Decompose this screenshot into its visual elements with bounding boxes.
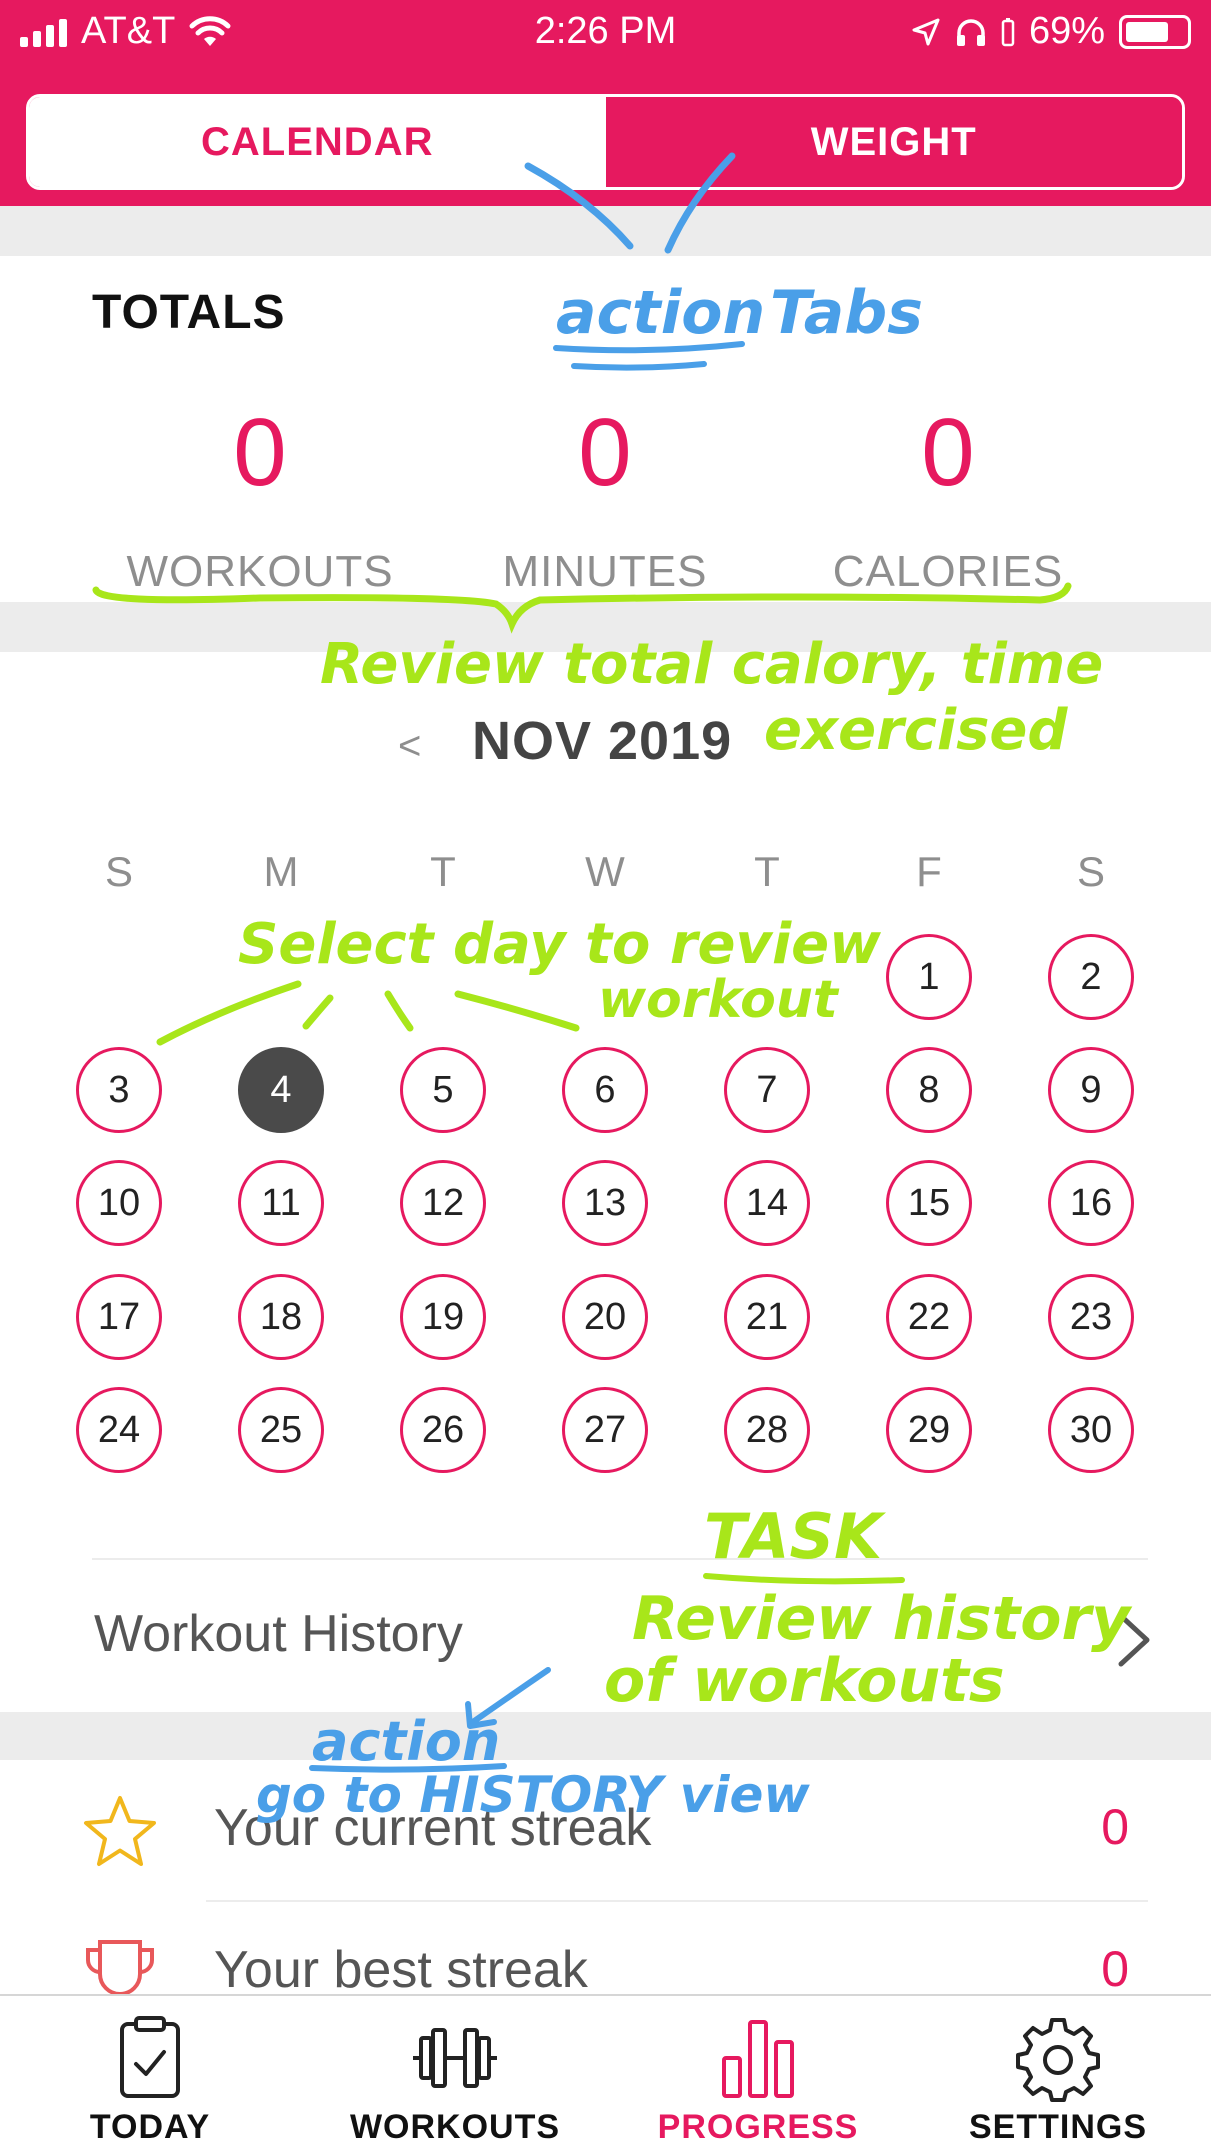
weekday-label: W xyxy=(585,848,625,895)
calendar-day[interactable]: 20 xyxy=(562,1274,648,1360)
bar-chart-icon xyxy=(722,2020,794,2098)
nav-settings-label: SETTINGS xyxy=(968,2108,1148,2146)
stat-calories-label: CALORIES xyxy=(832,547,1064,596)
calendar-day[interactable]: 2 xyxy=(1048,934,1134,1020)
tab-weight[interactable]: WEIGHT xyxy=(605,97,1182,187)
status-bar: AT&T 2:26 PM 69% xyxy=(0,0,1211,64)
annotation-review-totals-line1: Review total calory, time xyxy=(320,632,1104,697)
calendar-day[interactable]: 18 xyxy=(238,1274,324,1360)
annotation-task-title: TASK xyxy=(704,1500,883,1573)
annotation-action-history-rest: go to HISTORY view xyxy=(256,1766,810,1824)
calendar-day[interactable]: 26 xyxy=(400,1387,486,1473)
battery-small-icon xyxy=(1001,17,1015,46)
annotation-action-tabs-rest: Tabs xyxy=(770,278,923,348)
month-label: NOV 2019 xyxy=(472,711,733,771)
weekday-label: S xyxy=(1076,848,1105,895)
calendar-day[interactable]: 6 xyxy=(562,1047,648,1133)
annotation-action-tabs-word: action xyxy=(556,278,766,348)
annotation-task-line1: Review history xyxy=(632,1584,1131,1654)
calendar-day[interactable]: 28 xyxy=(724,1387,810,1473)
annotation-review-totals-line2: exercised xyxy=(764,698,1068,763)
calendar-day[interactable]: 8 xyxy=(886,1047,972,1133)
annotation-action-history-word: action xyxy=(312,1710,501,1773)
annotation-select-day-line2: workout xyxy=(598,970,838,1030)
calendar-day[interactable]: 15 xyxy=(886,1160,972,1246)
current-streak-value: 0 xyxy=(1101,1799,1129,1855)
calendar-day[interactable]: 11 xyxy=(238,1160,324,1246)
calendar-day[interactable]: 14 xyxy=(724,1160,810,1246)
section-divider xyxy=(0,206,1211,256)
calendar-day[interactable]: 21 xyxy=(724,1274,810,1360)
stat-calories: 0 CALORIES xyxy=(778,405,1118,597)
totals-title: TOTALS xyxy=(92,286,286,339)
calendar-day[interactable]: 19 xyxy=(400,1274,486,1360)
segmented-control: CALENDAR WEIGHT xyxy=(26,94,1185,190)
section-divider xyxy=(0,1712,1211,1760)
nav-progress[interactable]: PROGRESS xyxy=(608,1996,908,2154)
calendar-day[interactable]: 13 xyxy=(562,1160,648,1246)
battery-percent: 69% xyxy=(1028,10,1105,52)
prev-month-button[interactable]: < xyxy=(398,724,421,769)
headphones-icon xyxy=(956,18,985,46)
calendar-day-selected[interactable]: 4 xyxy=(238,1047,324,1133)
stat-minutes-value: 0 xyxy=(578,399,632,506)
calendar-day[interactable]: 5 xyxy=(400,1047,486,1133)
bottom-nav: TODAY WORKOUTS PROGRESS SETTINGS xyxy=(0,1994,1211,2154)
calendar-day[interactable]: 22 xyxy=(886,1274,972,1360)
stat-workouts-value: 0 xyxy=(233,399,287,506)
calendar-day[interactable]: 24 xyxy=(76,1387,162,1473)
calendar-day[interactable]: 3 xyxy=(76,1047,162,1133)
weekday-label: T xyxy=(754,848,780,895)
nav-today-label: TODAY xyxy=(89,2108,211,2146)
calendar-day[interactable]: 10 xyxy=(76,1160,162,1246)
nav-workouts-label: WORKOUTS xyxy=(349,2108,561,2146)
weekday-label: M xyxy=(263,848,299,895)
star-icon xyxy=(84,1796,156,1866)
calendar-day[interactable]: 25 xyxy=(238,1387,324,1473)
weekday-label: T xyxy=(430,848,456,895)
nav-workouts[interactable]: WORKOUTS xyxy=(305,1996,605,2154)
calendar-day[interactable]: 12 xyxy=(400,1160,486,1246)
tab-calendar[interactable]: CALENDAR xyxy=(29,97,606,187)
weekday-label: S xyxy=(104,848,133,895)
stat-minutes-label: MINUTES xyxy=(502,547,708,596)
gear-icon xyxy=(1016,2018,1100,2102)
stat-calories-value: 0 xyxy=(921,399,975,506)
stat-workouts: 0 WORKOUTS xyxy=(90,405,430,597)
calendar-day[interactable]: 17 xyxy=(76,1274,162,1360)
best-streak-value: 0 xyxy=(1101,1941,1129,1997)
calendar-day[interactable]: 7 xyxy=(724,1047,810,1133)
divider xyxy=(206,1900,1148,1902)
tab-header: CALENDAR WEIGHT xyxy=(0,64,1211,206)
weekday-label: F xyxy=(916,848,942,895)
calendar-day[interactable]: 23 xyxy=(1048,1274,1134,1360)
calendar-day[interactable]: 27 xyxy=(562,1387,648,1473)
dumbbell-icon xyxy=(413,2028,497,2088)
calendar-day[interactable]: 29 xyxy=(886,1387,972,1473)
stat-minutes: 0 MINUTES xyxy=(435,405,775,597)
workout-history-label: Workout History xyxy=(94,1605,463,1663)
nav-progress-label: PROGRESS xyxy=(657,2108,859,2146)
best-streak-label: Your best streak xyxy=(214,1941,588,1999)
battery-icon xyxy=(1119,14,1191,49)
status-right: 69% xyxy=(911,10,1191,53)
stat-workouts-label: WORKOUTS xyxy=(126,547,394,596)
nav-today[interactable]: TODAY xyxy=(0,1996,300,2154)
location-arrow-icon xyxy=(912,18,940,45)
annotation-task-line2: of workouts xyxy=(604,1646,1005,1716)
annotation-select-day-line1: Select day to review xyxy=(238,912,881,977)
calendar-day[interactable]: 1 xyxy=(886,934,972,1020)
calendar-day[interactable]: 9 xyxy=(1048,1047,1134,1133)
calendar-day[interactable]: 30 xyxy=(1048,1387,1134,1473)
nav-settings[interactable]: SETTINGS xyxy=(908,1996,1208,2154)
clipboard-check-icon xyxy=(120,2016,180,2098)
calendar-day[interactable]: 16 xyxy=(1048,1160,1134,1246)
